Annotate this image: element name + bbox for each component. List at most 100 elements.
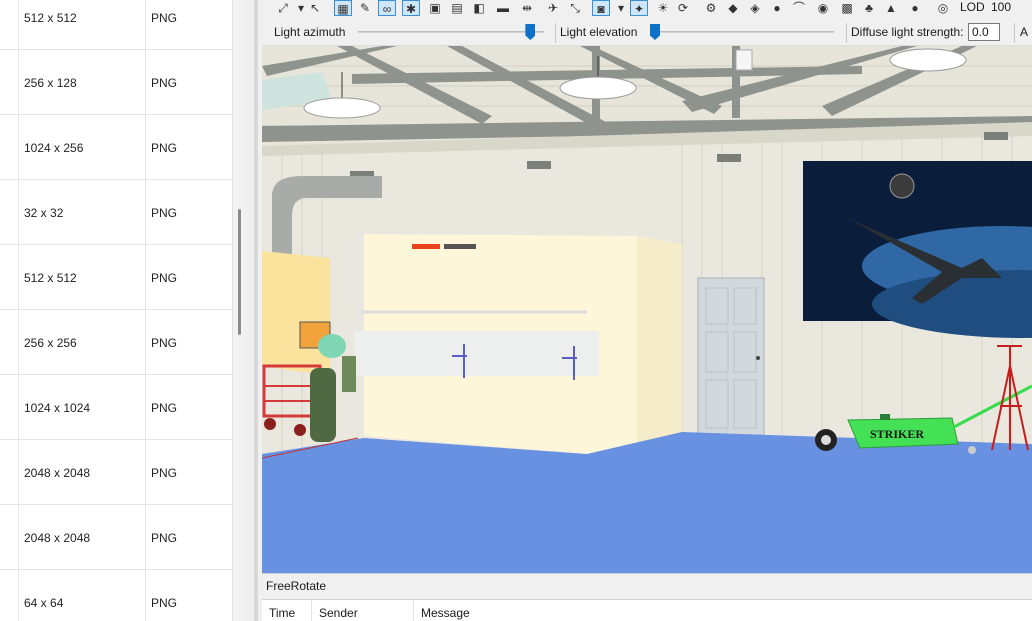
texture-dimensions: 512 x 512 xyxy=(24,11,77,25)
door-knob xyxy=(756,356,760,360)
ruler-icon[interactable]: ⇹ xyxy=(518,0,536,16)
table-row[interactable]: 2048 x 2048 PNG xyxy=(0,440,232,505)
pane-splitter[interactable] xyxy=(244,0,262,621)
table-row[interactable]: 64 x 64 PNG xyxy=(0,570,232,621)
texture-format: PNG xyxy=(151,466,178,480)
booth-sign-dark xyxy=(444,244,476,249)
table-row[interactable]: 512 x 512 PNG xyxy=(0,0,232,50)
row-indicator-cell[interactable] xyxy=(0,440,19,504)
poster-moon xyxy=(889,173,915,199)
texture-format: PNG xyxy=(151,336,178,350)
camera-icon[interactable]: ◙ xyxy=(592,0,610,16)
paint-booth-side xyxy=(637,236,682,444)
row-indicator-cell[interactable] xyxy=(0,180,19,244)
table-row[interactable]: 256 x 128 PNG xyxy=(0,50,232,115)
light-icon[interactable]: ✦ xyxy=(630,0,648,16)
texture-dimensions: 64 x 64 xyxy=(24,596,64,610)
light-elevation-slider[interactable] xyxy=(650,31,834,33)
measure-icon[interactable]: ✎ xyxy=(356,0,374,16)
table-row[interactable]: 1024 x 256 PNG xyxy=(0,115,232,180)
texture-dimensions: 2048 x 2048 xyxy=(24,531,91,545)
material-icon[interactable]: ◧ xyxy=(470,0,488,16)
green-surface-icon[interactable]: ▬ xyxy=(494,0,512,16)
zoom-extents-icon[interactable]: ⤢ xyxy=(274,0,292,16)
viewer-toolbar: LOD 100 ⤢ ▾ ↖ ▦ ✎ ∞ ✱ ▣ ▤ ◧ ▬ ⇹ ✈ ⤡ ◙ ▾ ✦ ☀ ⟳ ⚙ ◆ ◈ ● ⌒ ◉ ▩ ♣ ▲ ● ◎ xyxy=(262,0,1032,20)
link-icon[interactable]: ∞ xyxy=(378,0,396,16)
grid-icon[interactable]: ▦ xyxy=(334,0,352,16)
scrollbar-thumb[interactable] xyxy=(238,209,241,335)
light-elevation-label: Light elevation xyxy=(560,25,638,39)
light-azimuth-slider[interactable] xyxy=(358,31,544,33)
curve-icon[interactable]: ⌒ xyxy=(790,0,808,16)
light-azimuth-label: Light azimuth xyxy=(274,25,346,39)
booth-counter xyxy=(354,331,599,376)
texture-dimensions: 256 x 256 xyxy=(24,336,77,350)
row-indicator-cell[interactable] xyxy=(0,505,19,569)
ball-icon[interactable]: ◉ xyxy=(814,0,832,16)
texture-format: PNG xyxy=(151,206,178,220)
log-column-sender-label: Sender xyxy=(319,606,358,620)
splitter-bar[interactable] xyxy=(254,0,258,621)
row-indicator-cell[interactable] xyxy=(0,115,19,179)
row-indicator-cell[interactable] xyxy=(0,245,19,309)
texture-format: PNG xyxy=(151,11,178,25)
texture-format: PNG xyxy=(151,76,178,90)
mesh-icon[interactable]: ◈ xyxy=(746,0,764,16)
sphere-icon[interactable]: ● xyxy=(768,0,786,16)
diffuse-light-input[interactable]: 0.0 xyxy=(968,23,1000,41)
toolbar-separator xyxy=(555,23,556,43)
row-indicator-cell[interactable] xyxy=(0,0,19,49)
table-row[interactable]: 1024 x 1024 PNG xyxy=(0,375,232,440)
truncated-label: A xyxy=(1020,25,1029,39)
box-icon[interactable]: ▣ xyxy=(426,0,444,16)
texture-format: PNG xyxy=(151,271,178,285)
table-row[interactable]: 32 x 32 PNG xyxy=(0,180,232,245)
cube-icon[interactable]: ◆ xyxy=(724,0,742,16)
table-row[interactable]: 512 x 512 PNG xyxy=(0,245,232,310)
light-azimuth-slider-thumb[interactable] xyxy=(525,24,536,40)
bones-icon[interactable]: ✱ xyxy=(402,0,420,16)
table-row[interactable]: 256 x 256 PNG xyxy=(0,310,232,375)
checker-icon[interactable]: ▩ xyxy=(838,0,856,16)
row-indicator-cell[interactable] xyxy=(0,570,19,621)
booth-sign-red xyxy=(412,244,440,249)
refresh-icon[interactable]: ⟳ xyxy=(674,0,692,16)
airplane-icon[interactable]: ✈ xyxy=(544,0,562,16)
log-table-header: Time Sender Message xyxy=(262,599,1032,621)
texture-list-scrollbar[interactable] xyxy=(232,0,244,621)
cone-icon[interactable]: ▲ xyxy=(882,0,900,16)
texture-dimensions: 1024 x 256 xyxy=(24,141,84,155)
log-column-time[interactable]: Time xyxy=(262,600,312,621)
log-column-message[interactable]: Message xyxy=(414,600,1032,621)
cylinder-cap xyxy=(318,334,346,358)
texture-format: PNG xyxy=(151,141,178,155)
row-indicator-cell[interactable] xyxy=(0,50,19,114)
3d-viewport[interactable]: STRIKER xyxy=(262,46,1032,573)
texture-dimensions: 2048 x 2048 xyxy=(24,466,91,480)
texture-dimensions: 1024 x 1024 xyxy=(24,401,91,415)
dropdown-arrow-icon[interactable]: ▾ xyxy=(612,0,630,16)
scale-icon[interactable]: ⤡ xyxy=(566,0,584,16)
cylinder-regulator xyxy=(342,356,356,392)
texture-dimensions: 256 x 128 xyxy=(24,76,77,90)
log-column-time-label: Time xyxy=(269,606,296,620)
apple-icon[interactable]: ● xyxy=(906,0,924,16)
bulb-icon[interactable]: ☀ xyxy=(654,0,672,16)
texture-format: PNG xyxy=(151,401,178,415)
hangar-floor xyxy=(262,432,1032,573)
gear-icon[interactable]: ⚙ xyxy=(702,0,720,16)
texture-icon[interactable]: ▤ xyxy=(448,0,466,16)
hangar-scene[interactable]: STRIKER xyxy=(262,46,1032,573)
row-indicator-cell[interactable] xyxy=(0,375,19,439)
row-indicator-cell[interactable] xyxy=(0,310,19,374)
light-controls: Light azimuth Light elevation Diffuse li… xyxy=(262,20,1032,46)
eye-icon[interactable]: ◎ xyxy=(934,0,952,16)
lod-value[interactable]: 100 xyxy=(991,0,1011,14)
output-title-text: FreeRotate xyxy=(266,579,327,593)
table-row[interactable]: 2048 x 2048 PNG xyxy=(0,505,232,570)
light-elevation-slider-thumb[interactable] xyxy=(650,24,660,40)
log-column-sender[interactable]: Sender xyxy=(312,600,414,621)
texture-format: PNG xyxy=(151,596,178,610)
tree-icon[interactable]: ♣ xyxy=(860,0,878,16)
select-arrow-icon[interactable]: ↖ xyxy=(306,0,324,16)
